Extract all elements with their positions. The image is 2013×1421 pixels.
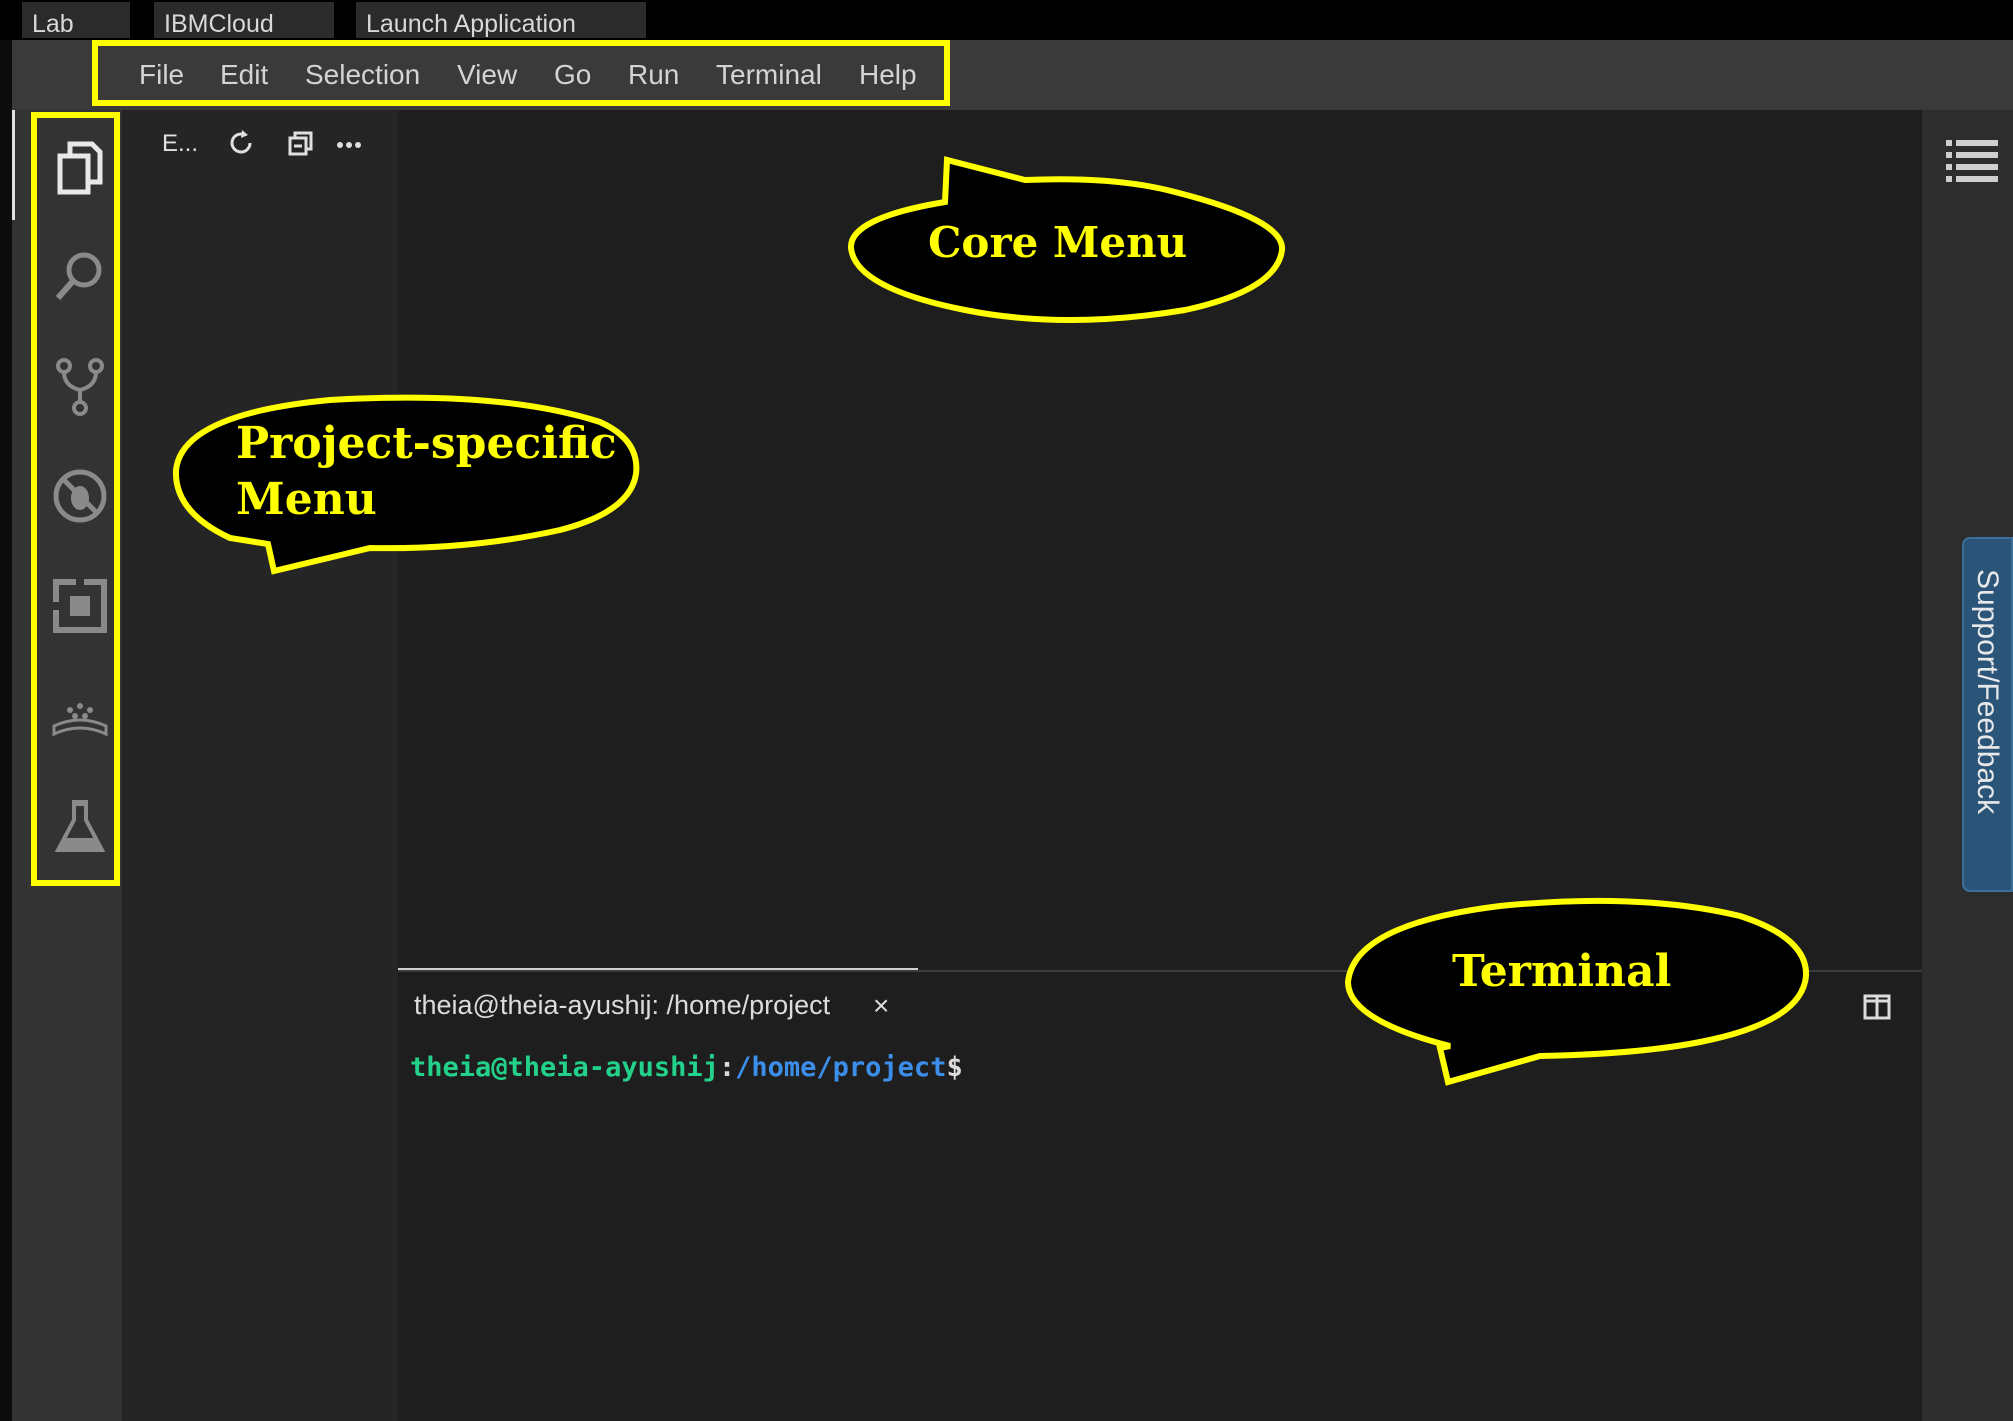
browser-tab-launch-application[interactable]: Launch Application	[356, 2, 646, 38]
core-menu-callout-label: Core Menu	[928, 218, 1188, 267]
collapse-all-icon[interactable]	[286, 128, 316, 158]
prompt-dollar: $	[946, 1052, 963, 1083]
browser-tab-label: Lab	[32, 10, 74, 38]
explorer-title: E...	[162, 130, 199, 157]
terminal-tab-label: theia@theia-ayushij: /home/project	[414, 990, 831, 1020]
terminal-close-icon[interactable]: ×	[873, 990, 889, 1022]
terminal-callout-label: Terminal	[1452, 946, 1672, 997]
prompt-user: theia@theia-ayushij	[410, 1052, 719, 1083]
project-menu-callout-label-line2: Menu	[236, 474, 377, 525]
browser-tab-label: IBMCloud	[164, 10, 274, 38]
project-menu-highlight	[31, 112, 120, 886]
active-indicator	[12, 110, 15, 220]
explorer-panel	[122, 110, 398, 1421]
prompt-path: /home/project	[735, 1052, 947, 1083]
terminal-prompt[interactable]: theia@theia-ayushij:/home/project$	[410, 1052, 963, 1083]
split-terminal-icon[interactable]	[1862, 992, 1892, 1022]
browser-tab-label: Launch Application	[366, 10, 576, 38]
support-feedback-tab[interactable]: Support/Feedback	[1962, 537, 2013, 892]
window-edge	[0, 40, 12, 1421]
outline-icon[interactable]	[1944, 134, 2000, 184]
support-feedback-label: Support/Feedback	[1971, 569, 2004, 815]
browser-tab-bar: Lab IBMCloud Launch Application	[0, 0, 2013, 40]
refresh-icon[interactable]	[226, 128, 256, 158]
browser-tab-lab[interactable]: Lab	[22, 2, 130, 38]
core-menu-highlight	[92, 40, 950, 106]
browser-tab-ibmcloud[interactable]: IBMCloud	[154, 2, 334, 38]
prompt-separator: :	[718, 1052, 736, 1083]
project-menu-callout-label-line1: Project-specific	[236, 418, 617, 469]
more-icon[interactable]	[334, 128, 364, 158]
